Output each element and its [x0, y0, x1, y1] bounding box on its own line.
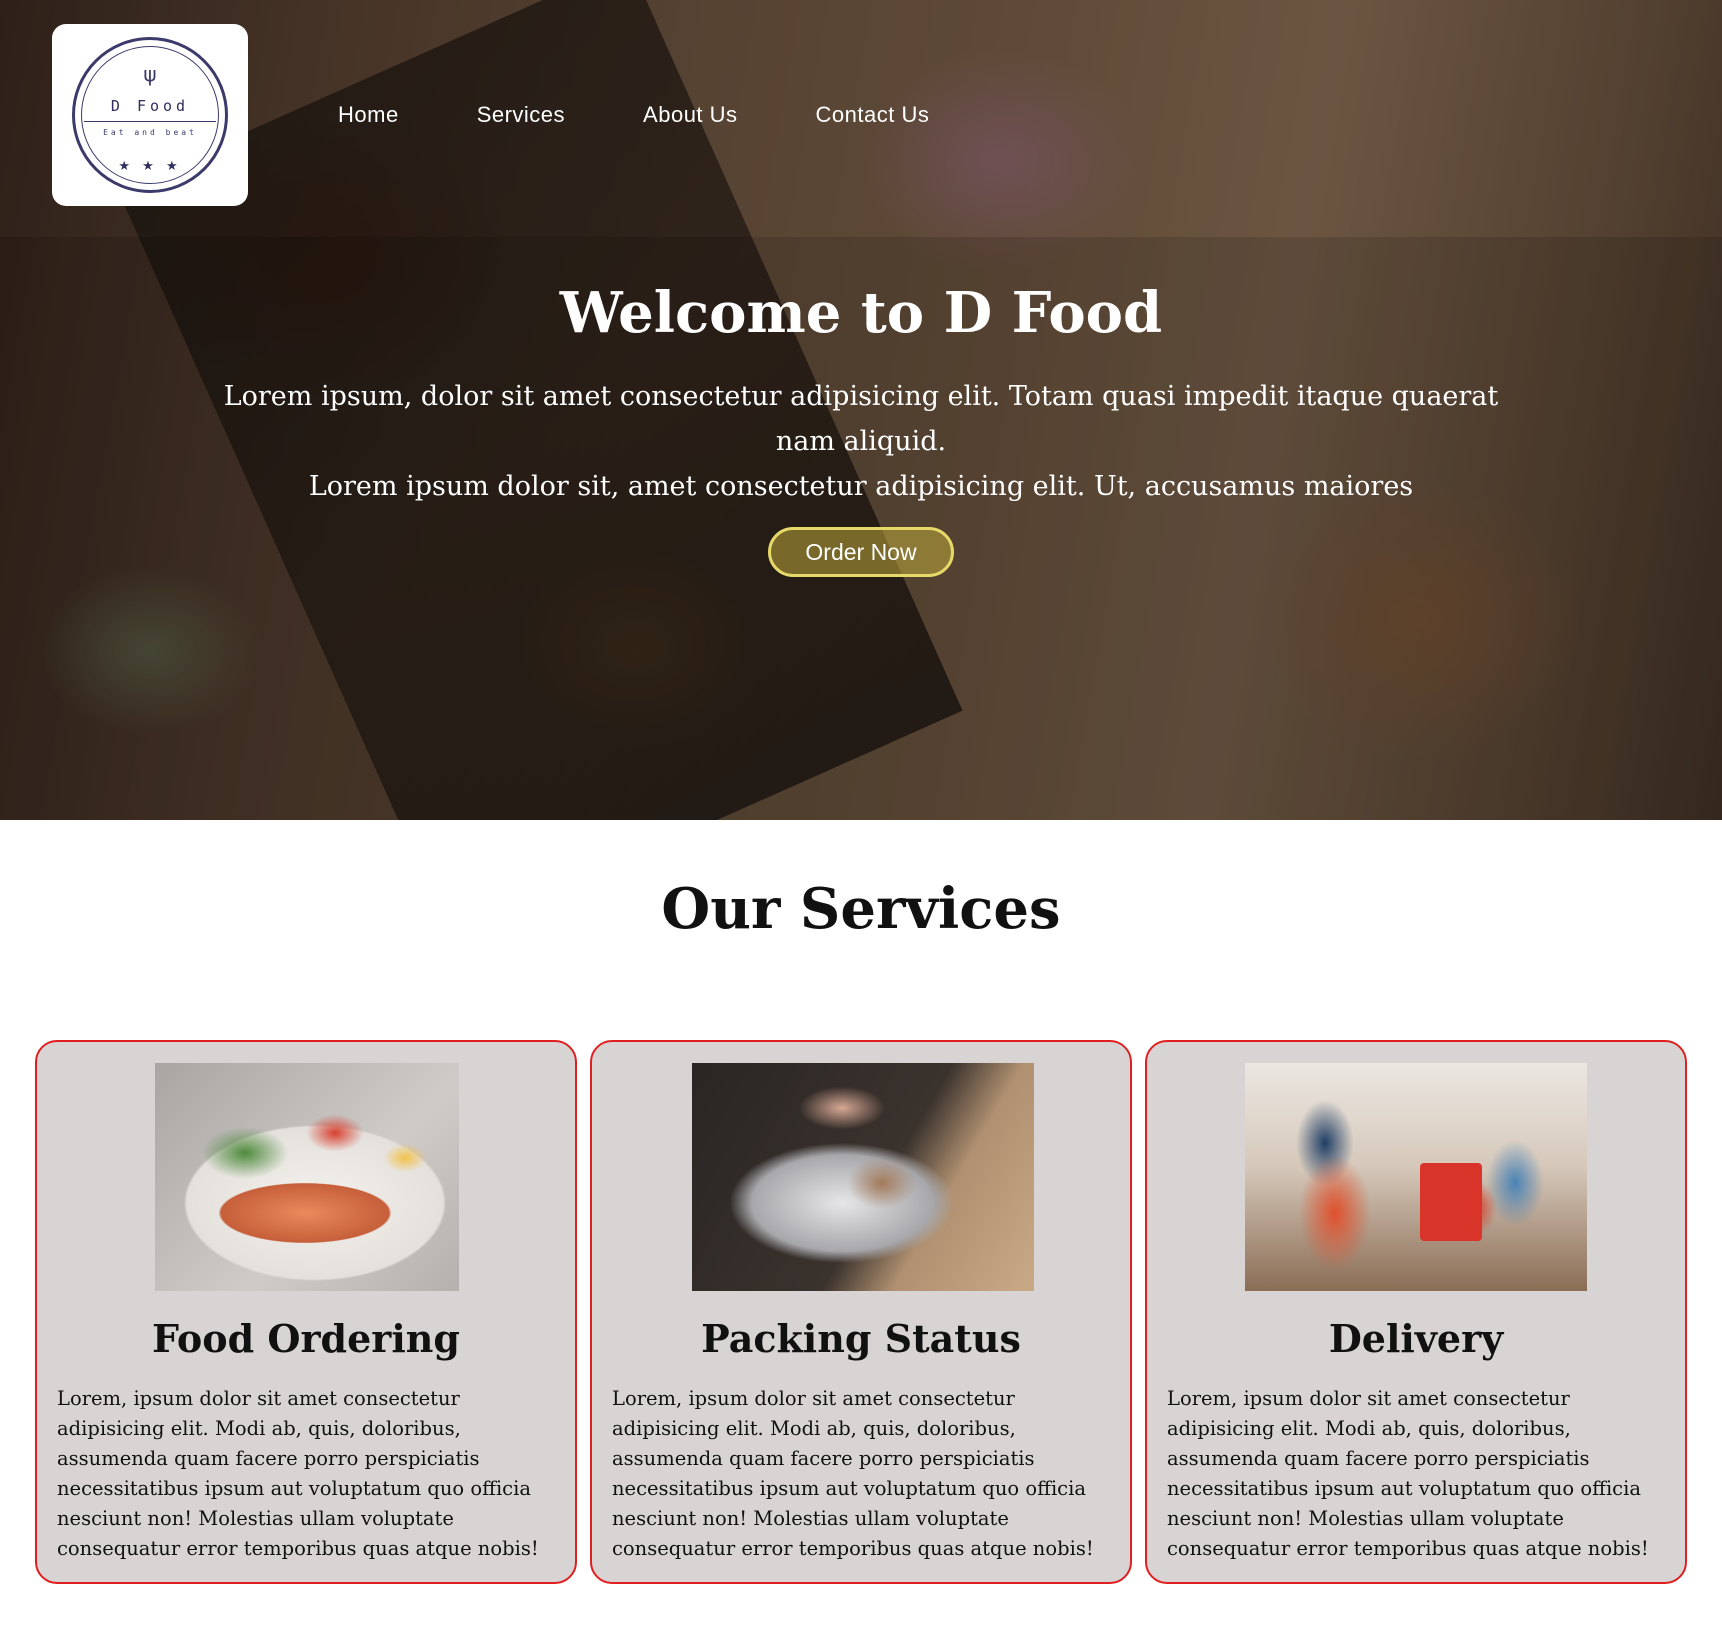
service-card-delivery: Delivery Lorem, ipsum dolor sit amet con…: [1145, 1040, 1687, 1584]
food-ordering-image: [155, 1063, 459, 1291]
services-cards: Food Ordering Lorem, ipsum dolor sit ame…: [35, 1040, 1687, 1584]
main-nav: Home Services About Us Contact Us: [338, 102, 929, 128]
logo-divider: [84, 120, 216, 123]
service-card-food-ordering: Food Ordering Lorem, ipsum dolor sit ame…: [35, 1040, 577, 1584]
nav-contact-us[interactable]: Contact Us: [816, 102, 930, 128]
hero-description: Lorem ipsum, dolor sit amet consectetur …: [220, 374, 1502, 509]
service-card-title: Food Ordering: [152, 1316, 460, 1361]
hero-line-1: Lorem ipsum, dolor sit amet consectetur …: [223, 381, 1499, 457]
logo-brand-name: D Food: [110, 96, 190, 115]
service-card-text: Lorem, ipsum dolor sit amet consectetur …: [57, 1387, 539, 1560]
service-card-title: Packing Status: [701, 1316, 1021, 1361]
fork-knife-icon: ψ: [143, 62, 157, 86]
logo-badge: ψ D Food Eat and beat ★ ★ ★: [72, 37, 228, 193]
hero-line-2: Lorem ipsum dolor sit, amet consectetur …: [308, 471, 1414, 502]
service-card-packing-status: Packing Status Lorem, ipsum dolor sit am…: [590, 1040, 1132, 1584]
service-card-text: Lorem, ipsum dolor sit amet consectetur …: [612, 1387, 1094, 1560]
logo-stars: ★ ★ ★: [118, 159, 182, 174]
service-card-title: Delivery: [1328, 1316, 1504, 1361]
delivery-bag: [1420, 1163, 1482, 1241]
hero-title: Welcome to D Food: [559, 280, 1163, 346]
hero-banner: ψ D Food Eat and beat ★ ★ ★ Home Service…: [0, 0, 1722, 820]
service-card-text: Lorem, ipsum dolor sit amet consectetur …: [1167, 1387, 1649, 1560]
site-logo[interactable]: ψ D Food Eat and beat ★ ★ ★: [52, 24, 248, 206]
nav-home[interactable]: Home: [338, 102, 399, 128]
delivery-image: [1245, 1063, 1587, 1291]
order-now-button[interactable]: Order Now: [768, 527, 954, 577]
nav-services[interactable]: Services: [477, 102, 565, 128]
packing-status-image: [692, 1063, 1034, 1291]
logo-tagline: Eat and beat: [103, 128, 197, 138]
nav-about-us[interactable]: About Us: [643, 102, 738, 128]
services-title: Our Services: [661, 876, 1061, 942]
